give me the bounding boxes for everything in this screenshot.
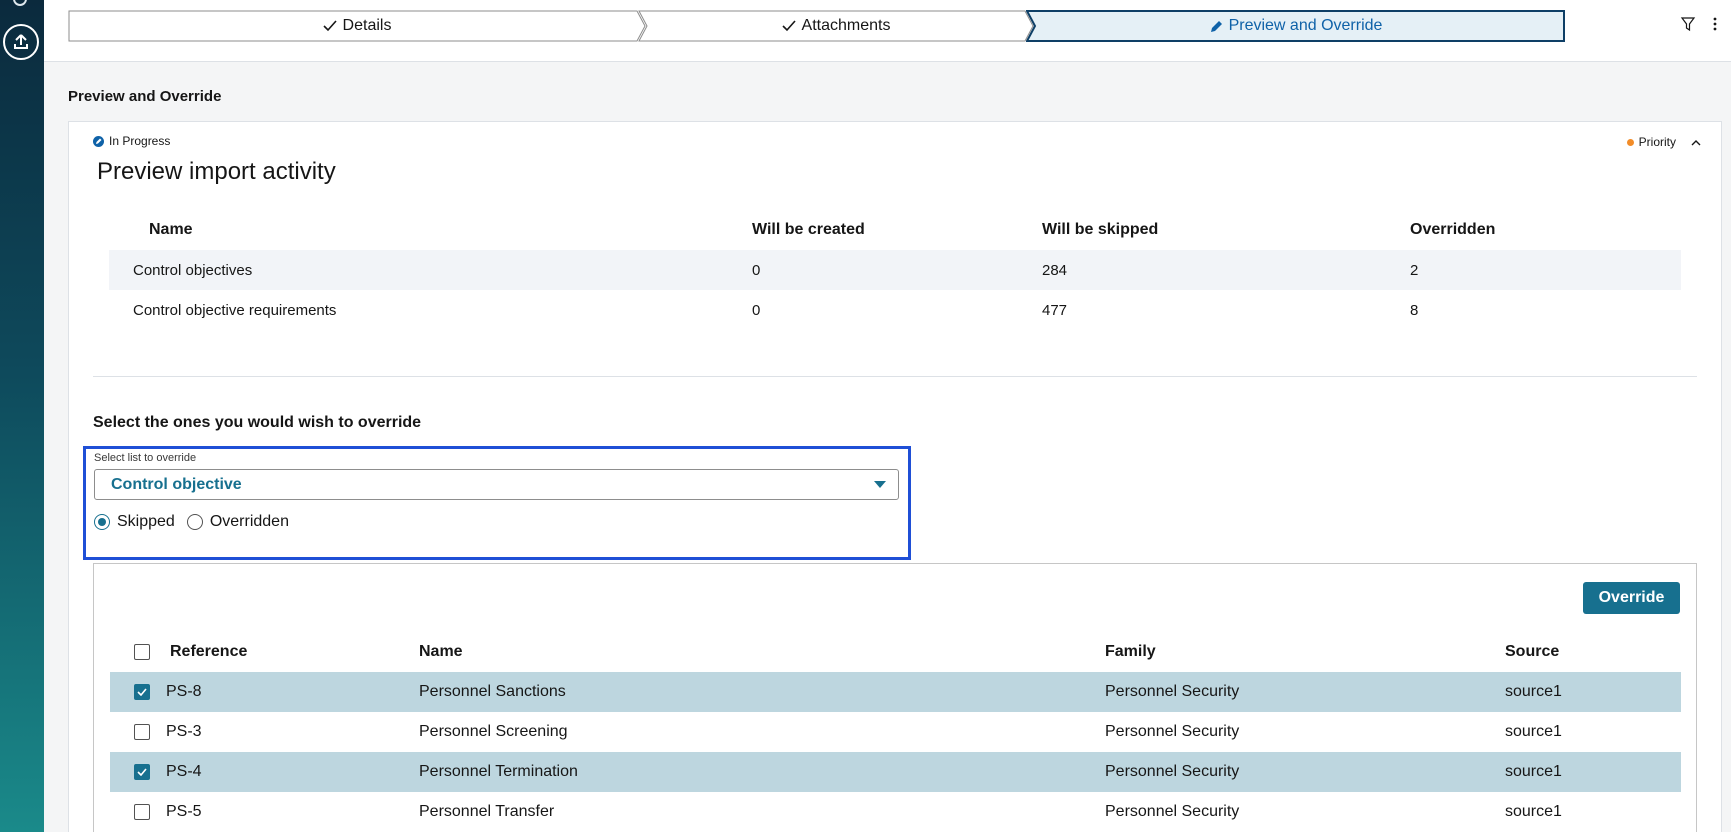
cell-family: Personnel Security xyxy=(1105,723,1240,740)
checkmark-icon xyxy=(781,20,796,32)
status-icon xyxy=(93,135,104,147)
radio-button[interactable] xyxy=(186,514,203,530)
row-checkbox[interactable] xyxy=(134,684,150,700)
override-button[interactable]: Override xyxy=(1583,582,1680,614)
cell-overridden: 8 xyxy=(1410,301,1419,319)
dropdown-value: Control objective xyxy=(111,475,242,493)
cell-name: Personnel Transfer xyxy=(419,803,555,820)
table-row[interactable]: PS-4 Personnel Termination Personnel Sec… xyxy=(110,752,1681,792)
dropdown-label: Select list to override xyxy=(94,452,197,464)
cell-source: source1 xyxy=(1505,803,1562,820)
table-row: Control objective requirements 0 477 8 xyxy=(109,290,1681,330)
override-list-panel: Override Reference Name Family Source PS… xyxy=(93,563,1697,832)
items-table: Reference Name Family Source PS-8 Person… xyxy=(110,632,1681,832)
cell-source: source1 xyxy=(1505,723,1562,740)
radio-label: Skipped xyxy=(117,513,175,530)
cell-skipped: 477 xyxy=(1042,301,1068,319)
select-all-checkbox[interactable] xyxy=(134,644,150,660)
chevron-up-icon[interactable] xyxy=(1691,135,1701,149)
override-selector-group: Select list to override Control objectiv… xyxy=(83,446,911,560)
items-header: Reference Name Family Source xyxy=(110,632,1681,672)
column-header-reference: Reference xyxy=(170,643,248,660)
cell-family: Personnel Security xyxy=(1105,763,1240,780)
radio-group: Skipped Overridden xyxy=(94,513,301,531)
filter-icon[interactable] xyxy=(1680,16,1700,36)
cell-name: Personnel Sanctions xyxy=(419,683,566,700)
top-bar: Details Attachments Preview and Override xyxy=(44,0,1731,62)
column-header-name: Name xyxy=(419,643,463,660)
cell-name: Personnel Screening xyxy=(419,723,568,740)
priority-indicator: Priority xyxy=(1626,135,1701,149)
radio-overridden[interactable]: Overridden xyxy=(186,513,289,531)
column-header-source: Source xyxy=(1505,643,1560,660)
cell-reference: PS-3 xyxy=(166,723,202,740)
divider xyxy=(93,376,1697,377)
column-header-name: Name xyxy=(149,221,193,238)
cell-family: Personnel Security xyxy=(1105,803,1240,820)
overflow-menu-icon[interactable] xyxy=(1712,16,1724,36)
cell-reference: PS-5 xyxy=(166,803,202,820)
progress-stepper: Details Attachments Preview and Override xyxy=(68,10,1698,42)
step-label: Attachments xyxy=(801,17,891,34)
pencil-icon xyxy=(1210,20,1223,33)
radio-skipped[interactable]: Skipped xyxy=(94,513,175,531)
table-row[interactable]: PS-8 Personnel Sanctions Personnel Secur… xyxy=(110,672,1681,712)
summary-table: Name Will be created Will be skipped Ove… xyxy=(109,210,1681,330)
step-preview-override[interactable]: Preview and Override xyxy=(1026,10,1566,42)
status-text: In Progress xyxy=(109,134,171,148)
step-details[interactable]: Details xyxy=(68,10,646,42)
caret-down-icon xyxy=(874,481,886,488)
row-checkbox[interactable] xyxy=(134,764,150,780)
step-attachments[interactable]: Attachments xyxy=(638,10,1034,42)
cell-name: Control objective requirements xyxy=(133,301,337,319)
upload-icon[interactable] xyxy=(3,24,39,60)
cell-name: Personnel Termination xyxy=(419,763,578,780)
priority-text: Priority xyxy=(1638,135,1676,149)
column-header-overridden: Overridden xyxy=(1410,221,1496,238)
override-heading: Select the ones you would wish to overri… xyxy=(93,414,422,431)
column-header-family: Family xyxy=(1105,643,1156,660)
radio-button-selected[interactable] xyxy=(94,514,110,530)
globe-icon[interactable] xyxy=(13,0,27,6)
cell-name: Control objectives xyxy=(133,261,253,279)
row-checkbox[interactable] xyxy=(134,804,150,820)
cell-reference: PS-8 xyxy=(166,683,202,700)
section-title: Preview and Override xyxy=(68,88,222,105)
cell-source: source1 xyxy=(1505,683,1562,700)
table-row[interactable]: PS-5 Personnel Transfer Personnel Securi… xyxy=(110,792,1681,832)
cell-reference: PS-4 xyxy=(166,763,202,780)
radio-label: Overridden xyxy=(209,513,289,530)
card-title: Preview import activity xyxy=(97,158,336,185)
column-header-skipped: Will be skipped xyxy=(1042,221,1159,238)
table-row[interactable]: PS-3 Personnel Screening Personnel Secur… xyxy=(110,712,1681,752)
step-label: Preview and Override xyxy=(1228,17,1383,34)
step-label: Details xyxy=(342,17,392,34)
cell-skipped: 284 xyxy=(1042,261,1068,279)
row-checkbox[interactable] xyxy=(134,724,150,740)
column-header-created: Will be created xyxy=(752,221,865,238)
override-list-dropdown[interactable]: Control objective xyxy=(94,469,899,500)
preview-card: In Progress Priority Preview import acti… xyxy=(68,121,1722,832)
cell-overridden: 2 xyxy=(1410,261,1419,279)
summary-header: Name Will be created Will be skipped Ove… xyxy=(109,210,1681,250)
status-badge: In Progress xyxy=(93,134,170,148)
checkmark-icon xyxy=(322,20,337,32)
cell-created: 0 xyxy=(752,301,761,319)
cell-created: 0 xyxy=(752,261,761,279)
table-row: Control objectives 0 284 2 xyxy=(109,250,1681,290)
cell-family: Personnel Security xyxy=(1105,683,1240,700)
left-rail xyxy=(0,0,44,832)
priority-dot-icon xyxy=(1626,138,1634,146)
cell-source: source1 xyxy=(1505,763,1562,780)
